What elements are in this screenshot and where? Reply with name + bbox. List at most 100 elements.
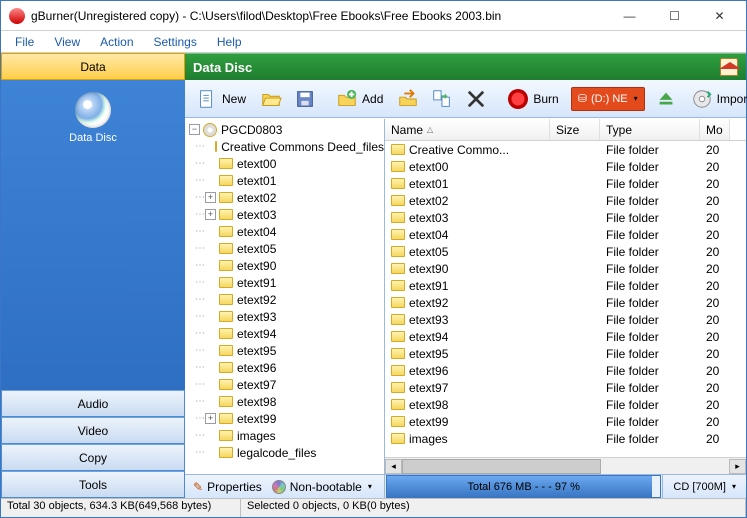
tree-item[interactable]: ⋯+etext95 xyxy=(185,342,384,359)
list-row[interactable]: etext02File folder20 xyxy=(385,192,746,209)
list-row[interactable]: etext01File folder20 xyxy=(385,175,746,192)
menu-view[interactable]: View xyxy=(44,33,90,51)
tree-item[interactable]: ⋯+etext96 xyxy=(185,359,384,376)
list-row[interactable]: etext95File folder20 xyxy=(385,345,746,362)
file-list: Name△ Size Type Mo Creative Commo...File… xyxy=(385,119,746,474)
tree-label: etext94 xyxy=(237,327,276,341)
close-button[interactable]: ✕ xyxy=(697,2,742,30)
expand-icon[interactable]: + xyxy=(205,413,216,424)
tree-item[interactable]: ⋯+etext02 xyxy=(185,189,384,206)
list-row[interactable]: etext93File folder20 xyxy=(385,311,746,328)
tree-label: etext91 xyxy=(237,276,276,290)
list-body[interactable]: Creative Commo...File folder20etext00Fil… xyxy=(385,141,746,457)
category-video[interactable]: Video xyxy=(1,417,185,444)
list-row[interactable]: etext92File folder20 xyxy=(385,294,746,311)
folder-icon xyxy=(391,246,405,257)
scroll-thumb[interactable] xyxy=(402,459,601,474)
drive-select[interactable]: ⛁ (D:) NE ▾ xyxy=(568,84,648,114)
burn-label: Burn xyxy=(533,92,558,106)
horizontal-scrollbar[interactable]: ◂ ▸ xyxy=(385,457,746,474)
properties-button[interactable]: ✎ Properties xyxy=(193,480,262,494)
list-row[interactable]: imagesFile folder20 xyxy=(385,430,746,447)
save-button[interactable] xyxy=(289,84,321,114)
tree-item[interactable]: ⋯+etext04 xyxy=(185,223,384,240)
list-row[interactable]: etext90File folder20 xyxy=(385,260,746,277)
file-type: File folder xyxy=(600,296,700,310)
status-total: Total 30 objects, 634.3 KB(649,568 bytes… xyxy=(1,499,241,517)
tree-item[interactable]: ⋯+etext03 xyxy=(185,206,384,223)
tree-item[interactable]: ⋯+etext99 xyxy=(185,410,384,427)
column-name[interactable]: Name△ xyxy=(385,119,550,140)
tree-item[interactable]: ⋯+etext00 xyxy=(185,155,384,172)
category-copy[interactable]: Copy xyxy=(1,444,185,471)
menu-action[interactable]: Action xyxy=(90,33,143,51)
window-title: gBurner(Unregistered copy) - C:\Users\fi… xyxy=(31,9,607,23)
tree-root[interactable]: −PGCD0803 xyxy=(185,121,384,138)
column-type[interactable]: Type xyxy=(600,119,700,140)
convert-button[interactable] xyxy=(426,84,458,114)
folder-tree[interactable]: −PGCD0803⋯+Creative Commons Deed_files⋯+… xyxy=(185,119,385,474)
toolbar: New Add xyxy=(185,80,746,118)
tree-item[interactable]: ⋯+etext91 xyxy=(185,274,384,291)
tree-item[interactable]: ⋯+etext01 xyxy=(185,172,384,189)
category-data[interactable]: Data xyxy=(1,53,185,80)
category-tools[interactable]: Tools xyxy=(1,471,185,498)
minimize-button[interactable]: — xyxy=(607,2,652,30)
menu-file[interactable]: File xyxy=(5,33,44,51)
list-row[interactable]: etext91File folder20 xyxy=(385,277,746,294)
disc-capacity-select[interactable]: CD [700M] ▾ xyxy=(662,475,746,498)
file-mod: 20 xyxy=(700,398,730,412)
import-button[interactable]: Import xyxy=(684,84,747,114)
list-row[interactable]: etext99File folder20 xyxy=(385,413,746,430)
tree-item[interactable]: ⋯+etext93 xyxy=(185,308,384,325)
file-name: etext93 xyxy=(409,313,448,327)
tree-item[interactable]: ⋯+legalcode_files xyxy=(185,444,384,461)
list-row[interactable]: etext04File folder20 xyxy=(385,226,746,243)
extract-button[interactable] xyxy=(392,84,424,114)
side-panel: Data Data Disc Audio Video Copy Tools xyxy=(1,53,185,498)
pencil-icon: ✎ xyxy=(193,480,203,494)
menu-settings[interactable]: Settings xyxy=(144,33,207,51)
list-row[interactable]: etext00File folder20 xyxy=(385,158,746,175)
open-folder-button[interactable] xyxy=(255,84,287,114)
expand-icon[interactable]: + xyxy=(205,209,216,220)
menu-help[interactable]: Help xyxy=(207,33,252,51)
expand-icon[interactable]: + xyxy=(205,192,216,203)
data-disc-icon[interactable] xyxy=(75,92,111,128)
tree-item[interactable]: ⋯+etext94 xyxy=(185,325,384,342)
burn-button[interactable]: Burn xyxy=(500,84,565,114)
tree-item[interactable]: ⋯+etext92 xyxy=(185,291,384,308)
tree-item[interactable]: ⋯+images xyxy=(185,427,384,444)
scroll-left-arrow[interactable]: ◂ xyxy=(385,459,402,474)
add-button[interactable]: Add xyxy=(329,84,390,114)
delete-button[interactable] xyxy=(460,84,492,114)
folder-icon xyxy=(391,161,405,172)
column-modified[interactable]: Mo xyxy=(700,119,730,140)
bootable-toggle[interactable]: Non-bootable ▾ xyxy=(272,480,372,494)
tree-item[interactable]: ⋯+etext98 xyxy=(185,393,384,410)
tree-item[interactable]: ⋯+etext90 xyxy=(185,257,384,274)
list-row[interactable]: etext96File folder20 xyxy=(385,362,746,379)
list-row[interactable]: etext98File folder20 xyxy=(385,396,746,413)
list-row[interactable]: etext03File folder20 xyxy=(385,209,746,226)
list-row[interactable]: etext97File folder20 xyxy=(385,379,746,396)
file-type: File folder xyxy=(600,279,700,293)
tree-item[interactable]: ⋯+Creative Commons Deed_files xyxy=(185,138,384,155)
folder-icon xyxy=(219,192,233,203)
eject-button[interactable] xyxy=(650,84,682,114)
column-size[interactable]: Size xyxy=(550,119,600,140)
list-row[interactable]: etext05File folder20 xyxy=(385,243,746,260)
capacity-gauge[interactable]: Total 676 MB - - - 97 % xyxy=(386,475,661,498)
tree-item[interactable]: ⋯+etext05 xyxy=(185,240,384,257)
list-row[interactable]: etext94File folder20 xyxy=(385,328,746,345)
scroll-right-arrow[interactable]: ▸ xyxy=(729,459,746,474)
category-audio[interactable]: Audio xyxy=(1,390,185,417)
tree-item[interactable]: ⋯+etext97 xyxy=(185,376,384,393)
new-button[interactable]: New xyxy=(189,84,253,114)
file-name: etext91 xyxy=(409,279,448,293)
file-mod: 20 xyxy=(700,194,730,208)
collapse-icon[interactable]: − xyxy=(189,124,200,135)
list-row[interactable]: Creative Commo...File folder20 xyxy=(385,141,746,158)
home-icon[interactable] xyxy=(720,58,738,76)
maximize-button[interactable]: ☐ xyxy=(652,2,697,30)
